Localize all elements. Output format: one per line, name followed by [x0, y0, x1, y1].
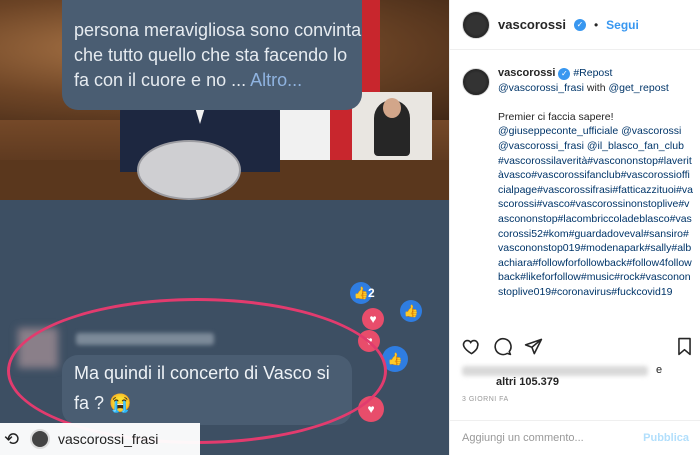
follow-button[interactable]: Segui: [606, 18, 639, 32]
post-image[interactable]: persona meravigliosa sono convinta che t…: [0, 0, 449, 455]
verified-badge-icon: ✓: [558, 68, 571, 80]
comment-more-link: Altro...: [250, 70, 303, 90]
post-timestamp[interactable]: 3 GIORNI FA: [462, 396, 509, 403]
podium-seal: [137, 140, 241, 200]
caption: vascorossi ✓ #Repost @vascorossi_frasi w…: [462, 66, 694, 328]
repost-hashtag[interactable]: #Repost: [573, 67, 612, 79]
mention-app[interactable]: @get_repost: [608, 82, 668, 94]
repost-username: vascorossi_frasi: [58, 431, 159, 447]
comment-icon[interactable]: [493, 337, 512, 356]
likes-count[interactable]: altri 105.379: [496, 376, 559, 388]
caption-mentions[interactable]: @giuseppeconte_ufficiale @vascorossi @va…: [498, 125, 684, 152]
add-comment-row: Pubblica: [450, 420, 700, 455]
caption-username[interactable]: vascorossi: [498, 67, 555, 79]
blurred-likers: [462, 366, 648, 376]
likes-summary: e altri 105.379: [462, 364, 694, 392]
share-icon[interactable]: [524, 337, 543, 356]
with-text: with: [583, 81, 609, 94]
bookmark-icon[interactable]: [675, 337, 694, 356]
sign-language-interpreter: [352, 92, 432, 160]
likes-conjunction: e: [656, 364, 663, 376]
post-header: vascorossi ✓ • Segui: [450, 0, 700, 50]
caption-author-avatar[interactable]: [462, 68, 490, 96]
verified-badge-icon: ✓: [573, 18, 586, 31]
repost-credit: ⟲ vascorossi_frasi: [0, 423, 200, 455]
comment-text: persona meravigliosa sono convinta che t…: [74, 20, 362, 90]
publish-button[interactable]: Pubblica: [643, 432, 689, 444]
like-reaction-icon: 👍: [400, 300, 422, 322]
repost-icon: ⟲: [4, 428, 20, 449]
repost-avatar: [30, 429, 50, 449]
action-bar: [462, 334, 694, 358]
heart-icon[interactable]: [462, 337, 481, 356]
reaction-count: 2: [368, 286, 375, 300]
caption-intro: Premier ci faccia sapere!: [498, 110, 614, 123]
author-avatar[interactable]: [462, 10, 490, 39]
mention-source[interactable]: @vascorossi_frasi: [498, 82, 584, 94]
heart-reaction-icon: ♥: [362, 308, 384, 330]
caption-hashtags[interactable]: #vascorossilaverità#vascononstop#laverit…: [498, 155, 693, 298]
separator-dot: •: [593, 17, 599, 32]
caption-body: vascorossi ✓ #Repost @vascorossi_frasi w…: [498, 66, 694, 328]
author-username[interactable]: vascorossi: [498, 17, 566, 32]
post-sidebar: vascorossi ✓ • Segui vascorossi ✓ #Repos…: [449, 0, 700, 455]
comment-input[interactable]: [462, 432, 644, 444]
